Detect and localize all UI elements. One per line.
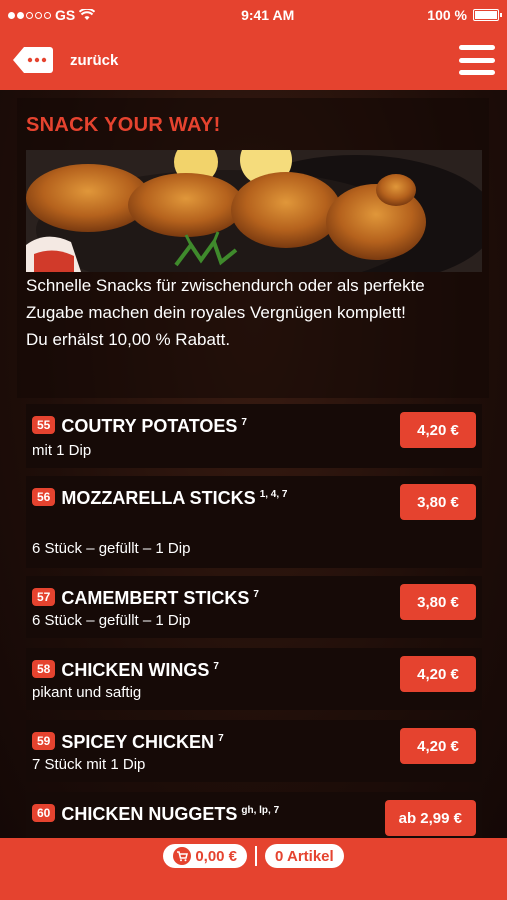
product-head: 60 CHICKEN NUGGETS gh, lp, 7: [32, 800, 362, 825]
product-name: COUTRY POTATOES 7: [61, 416, 247, 436]
hero-image: [26, 150, 482, 272]
product-row[interactable]: 56 MOZZARELLA STICKS 1, 4, 7 6 Stück – ge…: [26, 476, 482, 568]
product-name: CAMEMBERT STICKS 7: [61, 588, 259, 608]
wifi-icon: [79, 9, 96, 20]
price-button[interactable]: ab 2,99 €: [384, 800, 476, 836]
product-number-badge: 56: [32, 488, 56, 506]
intro-line-2: Du erhälst 10,00 % Rabatt.: [26, 330, 231, 349]
product-head: 58 CHICKEN WINGS 7: [32, 656, 362, 681]
product-head: 55 COUTRY POTATOES 7: [32, 412, 362, 437]
cart-icon: [173, 847, 192, 865]
product-description: pikant und saftig: [32, 684, 142, 701]
product-description: mit 1 Dip: [32, 442, 92, 459]
product-head: 59 SPICEY CHICKEN 7: [32, 728, 362, 753]
cart-items: 0 Artikel: [275, 847, 334, 865]
product-description: 6 Stück – gefüllt – 1 Dip: [32, 540, 191, 557]
allergen-codes: 1, 4, 7: [259, 489, 288, 500]
carrier-label: GS: [55, 7, 76, 23]
price-button[interactable]: 3,80 €: [400, 484, 476, 520]
allergen-codes: gh, lp, 7: [241, 805, 280, 816]
price-button[interactable]: 4,20 €: [400, 656, 476, 692]
product-number-badge: 58: [32, 660, 56, 678]
product-number-badge: 57: [32, 588, 56, 606]
product-head: 56 MOZZARELLA STICKS 1, 4, 7: [32, 484, 362, 509]
back-tag-icon: [13, 47, 53, 73]
battery-label: 100 %: [427, 7, 467, 23]
allergen-codes: 7: [213, 661, 219, 672]
product-name: CHICKEN WINGS 7: [61, 660, 219, 680]
allergen-codes: 7: [253, 589, 259, 600]
price-button[interactable]: 4,20 €: [400, 728, 476, 764]
product-description: 7 Stück mit 1 Dip: [32, 756, 146, 773]
allergen-codes: 7: [218, 733, 224, 744]
back-button[interactable]: zurück: [12, 45, 118, 75]
status-left: GS: [8, 7, 168, 23]
back-label: zurück: [70, 51, 119, 69]
product-name: SPICEY CHICKEN 7: [61, 732, 224, 752]
hamburger-menu-icon[interactable]: [459, 45, 495, 75]
product-row[interactable]: 57 CAMEMBERT STICKS 7 6 Stück – gefüllt –…: [26, 576, 482, 638]
content-area[interactable]: SNACK YOUR WAY! Schnelle Snacks für zwis…: [0, 90, 507, 838]
allergen-codes: 7: [241, 417, 247, 428]
cart-total-button[interactable]: 0,00 €: [163, 844, 248, 868]
product-description: 6 Stück – gefüllt – 1 Dip: [32, 612, 191, 629]
product-name: CHICKEN NUGGETS gh, lp, 7: [61, 804, 280, 824]
intro-text: Schnelle Snacks für zwischendurch oder a…: [26, 272, 466, 353]
product-row[interactable]: 58 CHICKEN WINGS 7 pikant und saftig 4,20…: [26, 648, 482, 710]
product-name: MOZZARELLA STICKS 1, 4, 7: [61, 488, 288, 508]
price-button[interactable]: 4,20 €: [400, 412, 476, 448]
nav-bar: zurück: [0, 30, 507, 90]
product-row[interactable]: 60 CHICKEN NUGGETS gh, lp, 7 ab 2,99 €: [26, 792, 482, 838]
product-number-badge: 60: [32, 804, 56, 822]
bottom-cart-bar: 0,00 € 0 Artikel: [0, 838, 507, 900]
product-head: 57 CAMEMBERT STICKS 7: [32, 584, 362, 609]
status-time: 9:41 AM: [241, 7, 295, 23]
status-right: 100 %: [427, 7, 502, 23]
price-button[interactable]: 3,80 €: [400, 584, 476, 620]
intro-line-1: Schnelle Snacks für zwischendurch oder a…: [26, 276, 425, 322]
section-title: SNACK YOUR WAY!: [26, 114, 221, 136]
product-row[interactable]: 55 COUTRY POTATOES 7 mit 1 Dip 4,20 €: [26, 404, 482, 468]
product-number-badge: 55: [32, 416, 56, 434]
fried-chicken-image: [26, 150, 482, 272]
signal-icon: [8, 11, 51, 19]
battery-icon: [473, 9, 502, 21]
divider: [255, 846, 258, 866]
product-number-badge: 59: [32, 732, 56, 750]
status-bar: GS 9:41 AM 100 %: [0, 0, 507, 30]
cart-total: 0,00 €: [195, 847, 238, 865]
product-row[interactable]: 59 SPICEY CHICKEN 7 7 Stück mit 1 Dip 4,2…: [26, 720, 482, 782]
cart-items-button[interactable]: 0 Artikel: [265, 844, 344, 868]
